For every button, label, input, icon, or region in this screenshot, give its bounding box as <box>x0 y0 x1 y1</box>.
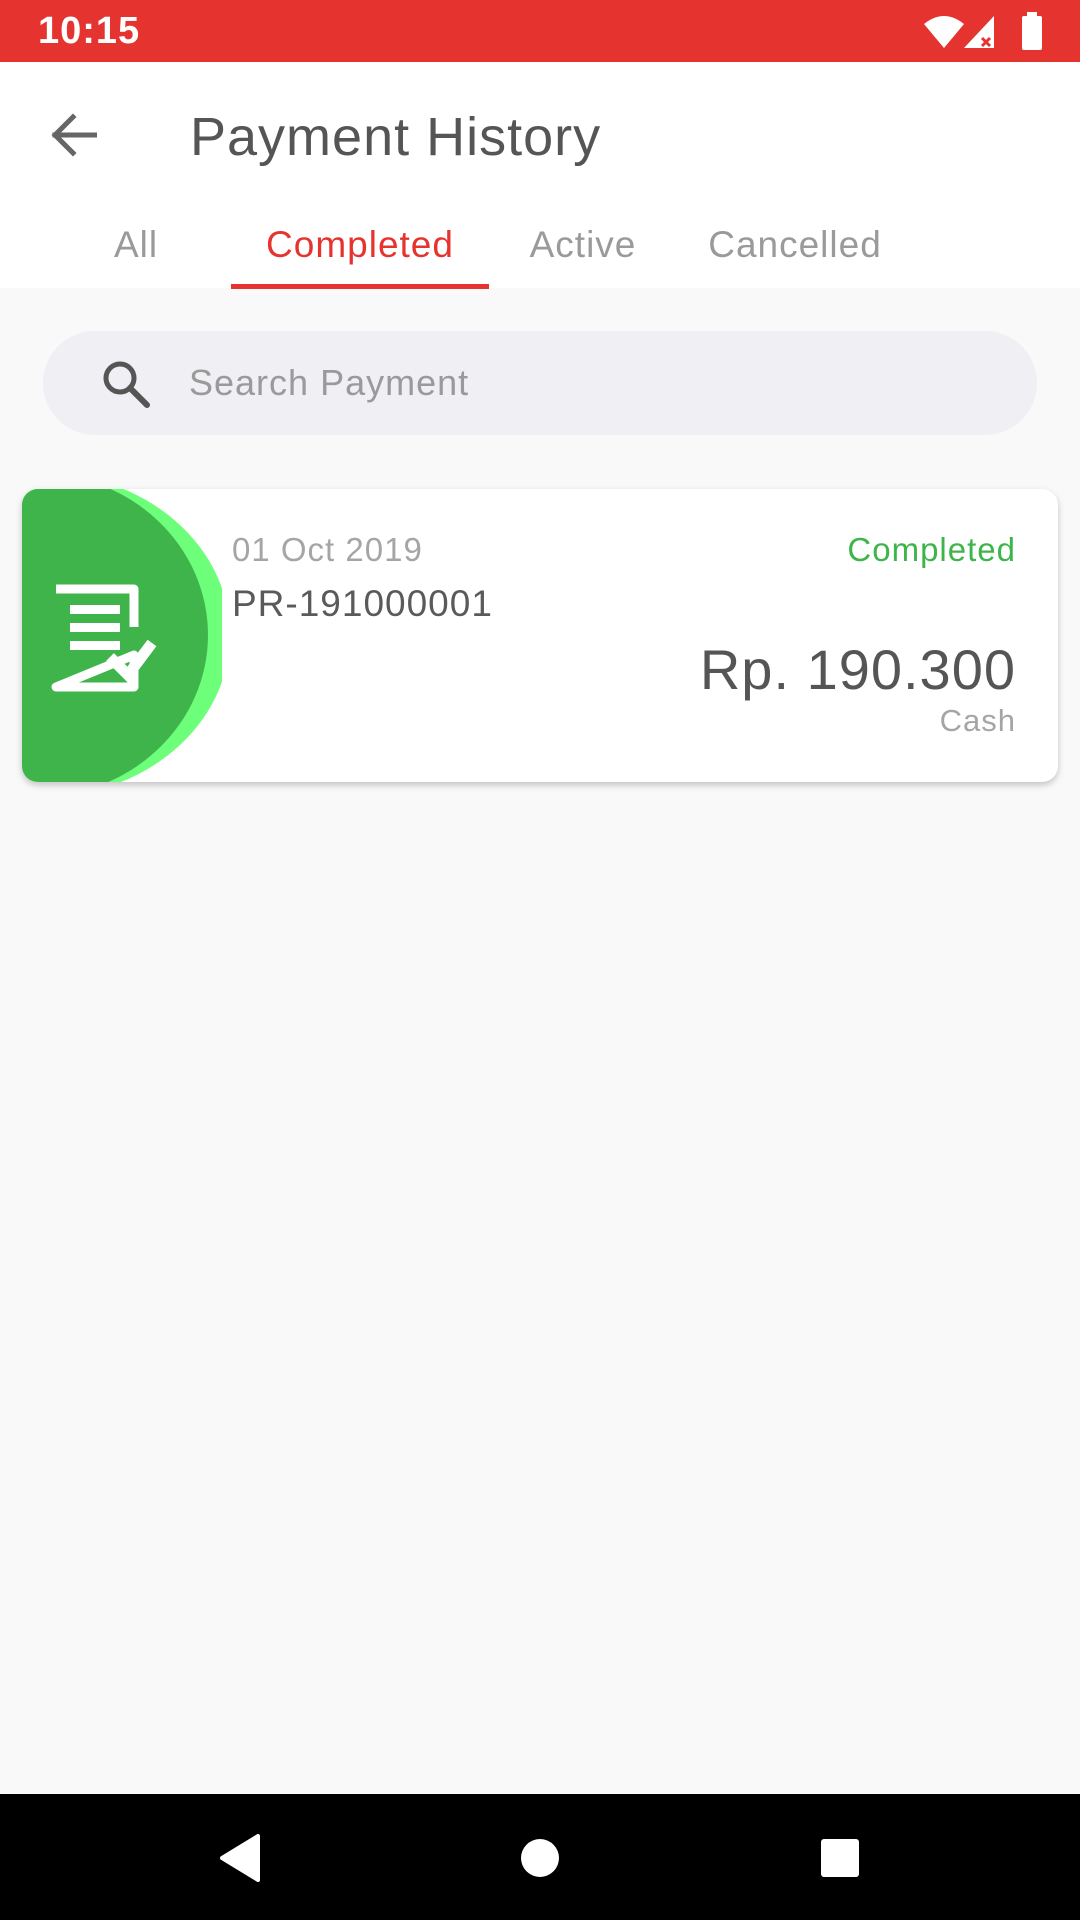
tab-label: Cancelled <box>708 224 882 265</box>
tab-all[interactable]: All <box>90 224 182 288</box>
payment-status: Completed <box>847 531 1016 568</box>
back-button[interactable] <box>40 102 106 168</box>
tab-label: All <box>113 224 159 265</box>
tab-active-indicator <box>231 284 489 289</box>
tab-cancelled[interactable]: Cancelled <box>700 224 890 288</box>
payment-method: Cash <box>939 703 1016 738</box>
wifi-icon <box>924 16 964 48</box>
page-title: Payment History <box>190 107 602 167</box>
status-time: 10:15 <box>38 10 141 52</box>
recents-square-icon[interactable] <box>812 1830 868 1886</box>
back-triangle-icon[interactable] <box>212 1830 268 1886</box>
payment-date: 01 Oct 2019 <box>232 531 423 568</box>
tab-label: Completed <box>266 224 454 265</box>
tab-label: Active <box>529 224 637 265</box>
status-bar: 10:15 <box>0 0 1080 62</box>
search-input[interactable] <box>189 331 989 435</box>
receipt-check-icon <box>22 489 222 782</box>
search-icon <box>103 361 150 408</box>
tab-active[interactable]: Active <box>520 224 646 288</box>
payment-id: PR-191000001 <box>232 583 493 624</box>
home-circle-icon[interactable] <box>512 1830 568 1886</box>
cell-signal-icon <box>964 16 994 48</box>
tab-completed[interactable]: Completed <box>231 224 489 288</box>
payment-amount: Rp. 190.300 <box>699 638 1016 701</box>
search-bar[interactable] <box>43 331 1037 435</box>
arrow-left-icon <box>51 113 97 157</box>
app-bar: Payment History All Completed Active Can… <box>0 62 1080 289</box>
payment-card[interactable]: 01 Oct 2019 PR-191000001 Completed Rp. 1… <box>22 489 1058 782</box>
battery-icon <box>1022 12 1042 50</box>
system-nav-bar <box>0 1794 1080 1920</box>
